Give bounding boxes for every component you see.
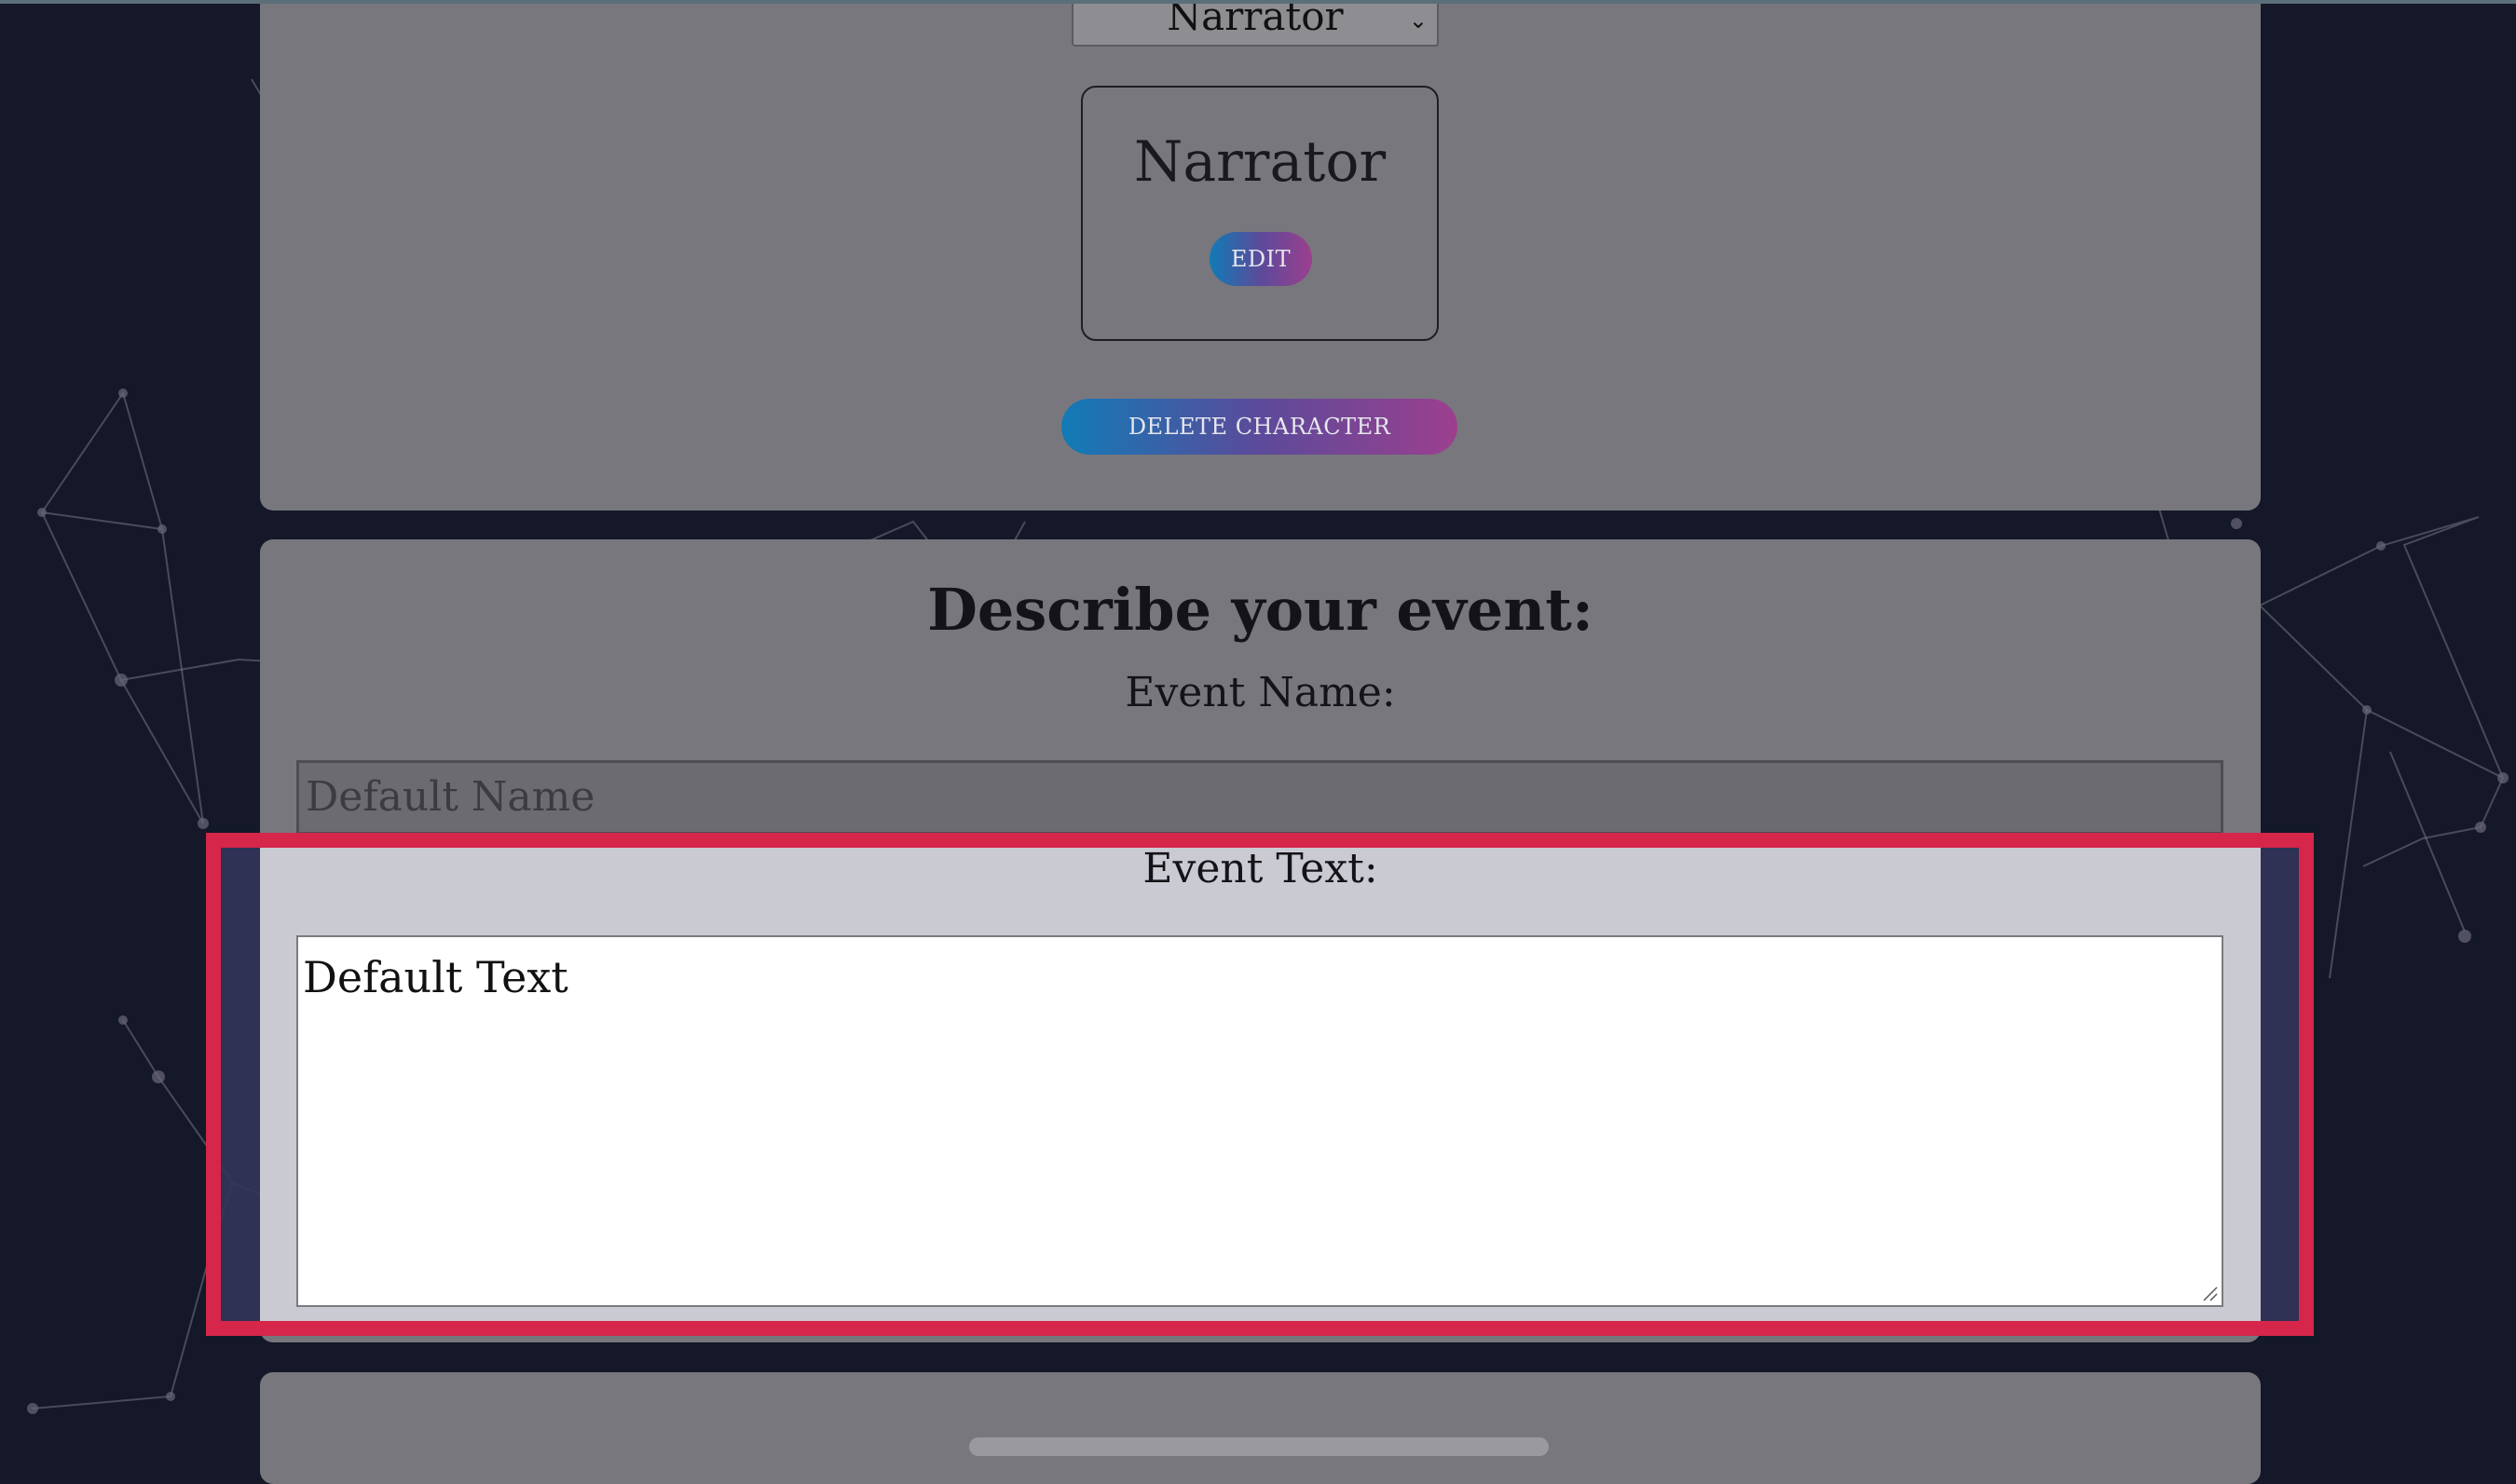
character-card: Narrator EDIT [1081,86,1439,341]
chevron-down-icon: ⌄ [1408,7,1428,34]
event-heading: Describe your event: [927,576,1593,644]
character-name: Narrator [1133,129,1387,195]
event-name-label: Event Name: [1125,669,1396,716]
next-panel [260,1372,2261,1484]
character-select[interactable]: Narrator ⌄ [1072,0,1439,47]
partial-button[interactable] [969,1437,1549,1456]
edit-button[interactable]: EDIT [1210,232,1312,286]
top-border [0,0,2516,4]
event-name-input[interactable]: Default Name [296,760,2223,835]
delete-character-button[interactable]: DELETE CHARACTER [1061,399,1457,455]
highlight-frame [206,833,2314,1336]
character-select-value: Narrator [1167,0,1344,39]
